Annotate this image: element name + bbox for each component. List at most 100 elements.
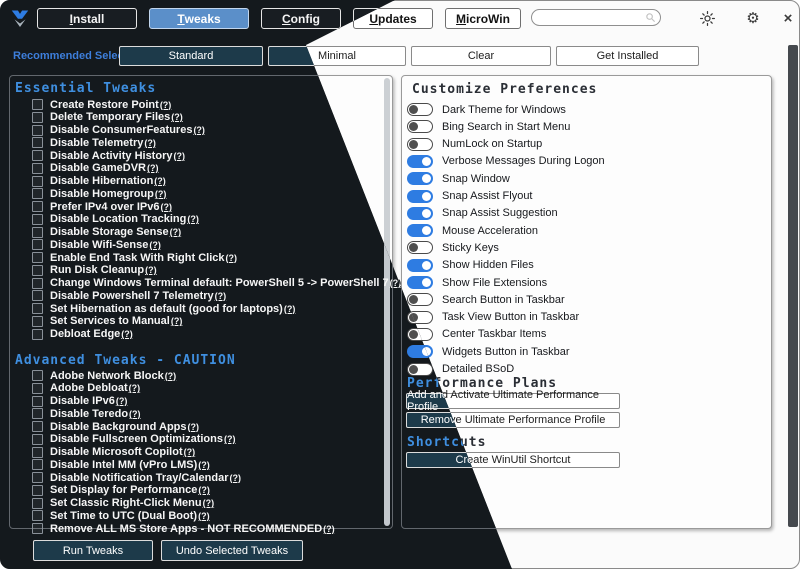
checkbox[interactable] <box>32 176 43 187</box>
checkbox[interactable] <box>32 137 43 148</box>
tab-microwin[interactable]: MicroWin <box>445 8 521 29</box>
get-installed-button[interactable]: Get Installed <box>556 46 699 66</box>
help-link[interactable]: (?) <box>284 304 296 314</box>
help-link[interactable]: (?) <box>171 316 183 326</box>
checkbox[interactable] <box>32 252 43 263</box>
checkbox[interactable] <box>32 188 43 199</box>
toggle-switch[interactable] <box>407 190 433 203</box>
checkbox[interactable] <box>32 421 43 432</box>
checkbox[interactable] <box>32 408 43 419</box>
help-link[interactable]: (?) <box>215 291 227 301</box>
checkbox[interactable] <box>32 201 43 212</box>
tab-tweaks[interactable]: Tweaks <box>149 8 249 29</box>
toggle-switch[interactable] <box>407 293 433 306</box>
checkbox[interactable] <box>32 329 43 340</box>
help-link[interactable]: (?) <box>390 278 402 288</box>
create-winutil-shortcut-button[interactable]: Create WinUtil Shortcut <box>406 452 620 468</box>
help-link[interactable]: (?) <box>160 100 172 110</box>
help-link[interactable]: (?) <box>149 240 161 250</box>
help-link[interactable]: (?) <box>198 511 210 521</box>
close-icon[interactable]: × <box>779 9 797 27</box>
checkbox[interactable] <box>32 498 43 509</box>
help-link[interactable]: (?) <box>187 214 199 224</box>
help-link[interactable]: (?) <box>147 163 159 173</box>
help-link[interactable]: (?) <box>121 329 133 339</box>
toggle-switch[interactable] <box>407 224 433 237</box>
checkbox[interactable] <box>32 214 43 225</box>
checkbox[interactable] <box>32 303 43 314</box>
help-link[interactable]: (?) <box>224 434 236 444</box>
checkbox[interactable] <box>32 112 43 123</box>
toggle-switch[interactable] <box>407 155 433 168</box>
help-link[interactable]: (?) <box>116 396 128 406</box>
checkbox[interactable] <box>32 434 43 445</box>
help-link[interactable]: (?) <box>226 253 238 263</box>
checkbox[interactable] <box>32 459 43 470</box>
toggle-switch[interactable] <box>407 328 433 341</box>
help-link[interactable]: (?) <box>155 189 167 199</box>
checkbox[interactable] <box>32 239 43 250</box>
tab-install[interactable]: Install <box>37 8 137 29</box>
help-link[interactable]: (?) <box>145 265 157 275</box>
help-link[interactable]: (?) <box>203 498 215 508</box>
tweaks-panel-scrollbar[interactable] <box>384 78 390 526</box>
help-link[interactable]: (?) <box>144 138 156 148</box>
help-link[interactable]: (?) <box>170 227 182 237</box>
toggle-switch[interactable] <box>407 241 433 254</box>
toggle-switch[interactable] <box>407 276 433 289</box>
clear-button[interactable]: Clear <box>411 46 551 66</box>
help-link[interactable]: (?) <box>198 485 210 495</box>
help-link[interactable]: (?) <box>160 202 172 212</box>
toggle-switch[interactable] <box>407 103 433 116</box>
toggle-switch[interactable] <box>407 138 433 151</box>
help-link[interactable]: (?) <box>165 371 177 381</box>
checkbox[interactable] <box>32 447 43 458</box>
help-link[interactable]: (?) <box>154 176 166 186</box>
undo-selected-tweaks-button[interactable]: Undo Selected Tweaks <box>161 540 303 561</box>
checkbox[interactable] <box>32 383 43 394</box>
help-link[interactable]: (?) <box>198 460 210 470</box>
search-input[interactable] <box>531 9 661 26</box>
checkbox[interactable] <box>32 227 43 238</box>
checkbox[interactable] <box>32 163 43 174</box>
help-link[interactable]: (?) <box>129 383 141 393</box>
checkbox[interactable] <box>32 472 43 483</box>
checkbox[interactable] <box>32 150 43 161</box>
toggle-switch[interactable] <box>407 172 433 185</box>
toggle-switch[interactable] <box>407 207 433 220</box>
help-link[interactable]: (?) <box>193 125 205 135</box>
checkbox[interactable] <box>32 485 43 496</box>
help-link[interactable]: (?) <box>173 151 185 161</box>
toggle-switch[interactable] <box>407 259 433 272</box>
checkbox[interactable] <box>32 99 43 110</box>
checkbox[interactable] <box>32 278 43 289</box>
remove-ultimate-performance-profile-button[interactable]: Remove Ultimate Performance Profile <box>406 412 620 428</box>
checkbox[interactable] <box>32 125 43 136</box>
settings-gear-icon[interactable]: ⚙ <box>744 9 762 27</box>
help-link[interactable]: (?) <box>184 447 196 457</box>
help-link[interactable]: (?) <box>171 112 183 122</box>
checkbox[interactable] <box>32 523 43 534</box>
toggle-switch[interactable] <box>407 345 433 358</box>
standard-button[interactable]: Standard <box>119 46 263 66</box>
window-scrollbar[interactable] <box>788 45 798 527</box>
help-link[interactable]: (?) <box>230 473 242 483</box>
toggle-switch[interactable] <box>407 120 433 133</box>
help-link[interactable]: (?) <box>323 524 335 534</box>
tab-updates[interactable]: Updates <box>353 8 433 29</box>
run-tweaks-button[interactable]: Run Tweaks <box>33 540 153 561</box>
checkbox[interactable] <box>32 265 43 276</box>
minimal-button[interactable]: Minimal <box>268 46 406 66</box>
checkbox[interactable] <box>32 510 43 521</box>
checkbox[interactable] <box>32 290 43 301</box>
theme-toggle-sun-icon[interactable] <box>698 9 716 27</box>
add-and-activate-ultimate-performance-profile-button[interactable]: Add and Activate Ultimate Performance Pr… <box>406 393 620 409</box>
checkbox[interactable] <box>32 370 43 381</box>
checkbox[interactable] <box>32 396 43 407</box>
help-link[interactable]: (?) <box>188 422 200 432</box>
tab-config[interactable]: Config <box>261 8 341 29</box>
toggle-switch[interactable] <box>407 311 433 324</box>
checkbox[interactable] <box>32 316 43 327</box>
help-link[interactable]: (?) <box>129 409 141 419</box>
toggle-switch[interactable] <box>407 363 433 376</box>
